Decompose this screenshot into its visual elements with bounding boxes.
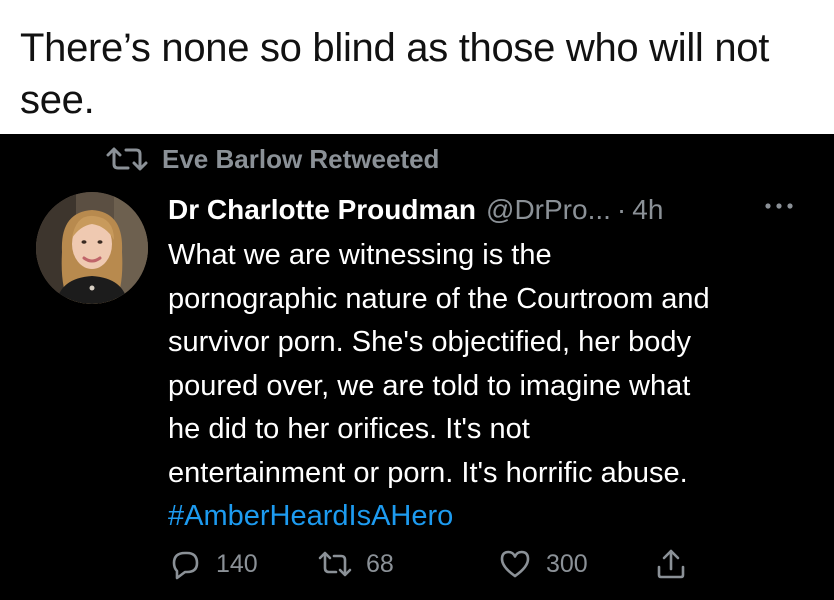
retweeted-by-label[interactable]: Eve Barlow Retweeted bbox=[162, 144, 439, 175]
reply-button[interactable]: 140 bbox=[168, 547, 258, 581]
retweet-button[interactable]: 68 bbox=[318, 547, 394, 581]
retweet-context[interactable]: Eve Barlow Retweeted bbox=[104, 142, 439, 176]
tweet-actions: 140 68 300 bbox=[168, 544, 808, 584]
tweet-header: Dr Charlotte Proudman @DrPro... · 4h bbox=[168, 190, 808, 230]
author-name[interactable]: Dr Charlotte Proudman bbox=[168, 194, 476, 226]
tweet-timestamp[interactable]: 4h bbox=[632, 194, 663, 226]
retweet-icon bbox=[318, 551, 352, 577]
author-handle[interactable]: @DrPro... bbox=[486, 194, 611, 226]
like-button[interactable]: 300 bbox=[498, 547, 588, 581]
tweet-text-line: poured over, we are told to imagine what bbox=[168, 369, 691, 402]
tweet-text-line: survivor porn. She's objectified, her bo… bbox=[168, 326, 691, 358]
retweet-count: 68 bbox=[366, 549, 394, 578]
more-dots-icon[interactable] bbox=[762, 194, 796, 218]
caption-line-1: There’s none so blind as those who will … bbox=[20, 26, 770, 70]
share-icon bbox=[657, 549, 685, 579]
tweet-text-line: What we are witnessing is the bbox=[168, 239, 552, 271]
tweet-card[interactable]: Eve Barlow Retweeted Dr Charlotte Proudm… bbox=[0, 134, 834, 600]
tweet-text-line: he did to her orifices. It's not bbox=[168, 413, 530, 445]
tweet-text-line: entertainment or porn. It's horrific abu… bbox=[168, 456, 688, 489]
reply-count: 140 bbox=[216, 549, 258, 578]
like-count: 300 bbox=[546, 549, 588, 578]
avatar-portrait bbox=[36, 192, 148, 304]
heart-icon bbox=[500, 550, 530, 578]
retweet-icon bbox=[106, 147, 148, 171]
avatar[interactable] bbox=[36, 192, 148, 304]
share-button[interactable] bbox=[654, 547, 688, 581]
reply-icon bbox=[172, 551, 199, 580]
meme-caption: There’s none so blind as those who will … bbox=[0, 0, 834, 134]
caption-line-2: see. bbox=[20, 78, 95, 122]
tweet-text-line: pornographic nature of the Courtroom and bbox=[168, 282, 710, 315]
hashtag-link[interactable]: #AmberHeardIsAHero bbox=[168, 495, 808, 539]
tweet-text: What we are witnessing is the pornograph… bbox=[168, 234, 808, 539]
header-separator: · bbox=[616, 194, 627, 225]
